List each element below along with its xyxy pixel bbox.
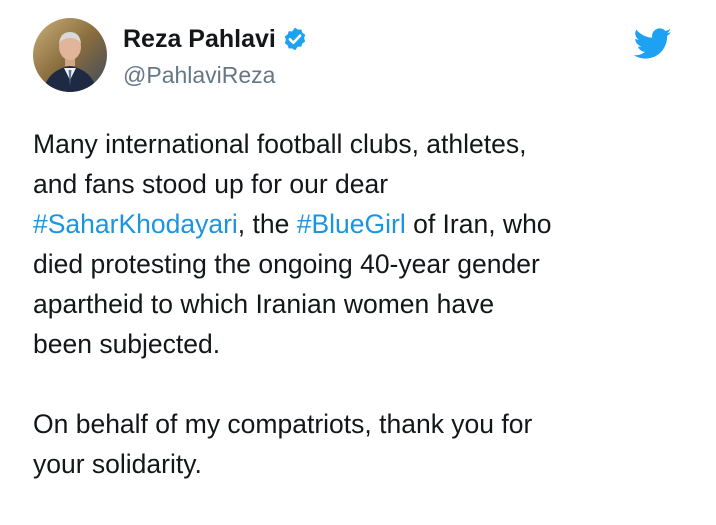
- hashtag-link[interactable]: #SaharKhodayari: [33, 209, 238, 239]
- tweet-text-segment: of Iran, who: [405, 209, 552, 239]
- user-handle[interactable]: @PahlaviReza: [123, 60, 275, 90]
- tweet-text-line: and fans stood up for our dear: [33, 169, 389, 199]
- tweet-text-line: #SaharKhodayari, the #BlueGirl of Iran, …: [33, 204, 703, 244]
- tweet-text: Many international football clubs, athle…: [33, 124, 703, 484]
- tweet-text-line: your solidarity.: [33, 449, 202, 479]
- tweet-text-line: Many international football clubs, athle…: [33, 129, 527, 159]
- tweet-text-segment: , the: [237, 209, 297, 239]
- tweet-text-line: died protesting the ongoing 40-year gend…: [33, 249, 540, 279]
- verified-badge-icon: [282, 26, 308, 52]
- avatar-portrait-icon: [33, 18, 107, 92]
- display-name[interactable]: Reza Pahlavi: [123, 22, 276, 56]
- hashtag-link[interactable]: #BlueGirl: [297, 209, 406, 239]
- avatar[interactable]: [33, 18, 107, 92]
- tweet-card: Reza Pahlavi @PahlaviReza Many internati…: [0, 0, 716, 525]
- author-name-row: Reza Pahlavi: [123, 22, 308, 56]
- twitter-bird-icon[interactable]: [633, 28, 672, 60]
- tweet-text-line: On behalf of my compatriots, thank you f…: [33, 409, 533, 439]
- tweet-text-line: apartheid to which Iranian women have: [33, 289, 495, 319]
- tweet-text-line: been subjected.: [33, 329, 221, 359]
